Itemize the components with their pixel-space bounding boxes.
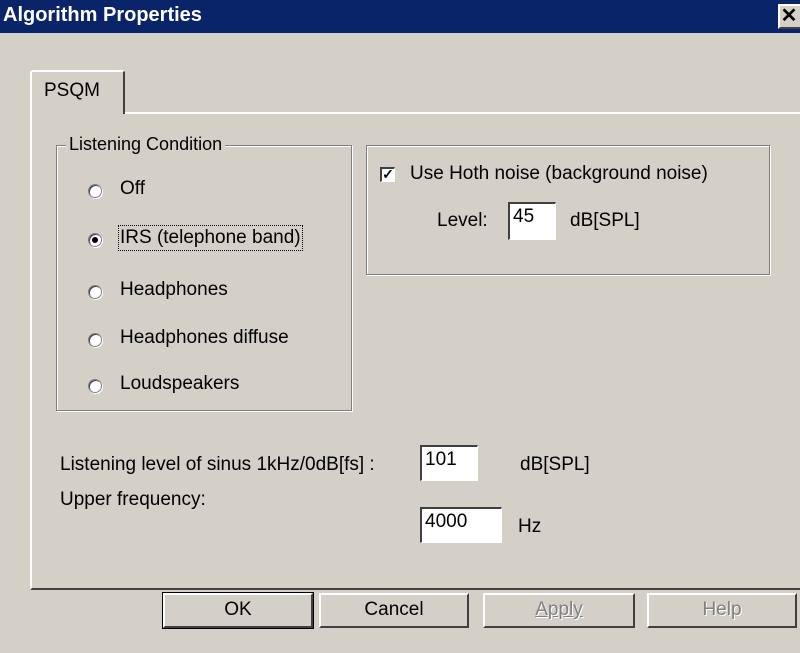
- radio-off-label: Off: [120, 178, 145, 199]
- ok-button-label: OK: [224, 599, 252, 620]
- radio-headphones-diffuse-label: Headphones diffuse: [120, 327, 289, 348]
- hoth-noise-checkbox[interactable]: ✓: [380, 167, 395, 182]
- level-unit: dB[SPL]: [570, 210, 640, 231]
- cancel-button[interactable]: Cancel: [319, 593, 469, 628]
- help-button[interactable]: Help: [647, 593, 797, 628]
- upper-frequency-unit: Hz: [518, 516, 542, 537]
- ok-button[interactable]: OK: [162, 592, 314, 629]
- help-button-label: Help: [702, 599, 742, 620]
- radio-headphones-button[interactable]: [88, 285, 102, 299]
- title-bar: Algorithm Properties ✕: [0, 0, 800, 33]
- radio-irs-label: IRS (telephone band): [118, 225, 303, 251]
- radio-irs-button[interactable]: [88, 233, 102, 247]
- level-input[interactable]: 45: [508, 202, 556, 240]
- radio-loudspeakers-button[interactable]: [88, 379, 102, 393]
- tab-psqm-label: PSQM: [44, 80, 100, 101]
- listening-level-unit: dB[SPL]: [520, 454, 590, 475]
- apply-button-label: Apply: [535, 599, 583, 620]
- hoth-noise-label[interactable]: Use Hoth noise (background noise): [410, 163, 708, 185]
- window-title: Algorithm Properties: [3, 4, 202, 26]
- radio-headphones-label: Headphones: [120, 279, 228, 300]
- radio-loudspeakers-label: Loudspeakers: [120, 373, 240, 394]
- radio-headphones-diffuse-button[interactable]: [88, 333, 102, 347]
- listening-level-input[interactable]: 101: [420, 445, 478, 481]
- radio-off-button[interactable]: [88, 184, 102, 198]
- listening-level-label: Listening level of sinus 1kHz/0dB[fs] :: [60, 454, 375, 475]
- checkmark-icon: ✓: [382, 166, 394, 182]
- apply-button[interactable]: Apply: [483, 593, 635, 628]
- listening-condition-title: Listening Condition: [66, 134, 226, 155]
- close-button[interactable]: ✕: [778, 4, 800, 29]
- listening-condition-group: [56, 145, 352, 411]
- level-label: Level:: [437, 210, 488, 231]
- close-icon: ✕: [780, 5, 798, 27]
- upper-frequency-input[interactable]: 4000: [420, 507, 502, 543]
- upper-frequency-label: Upper frequency:: [60, 489, 206, 510]
- cancel-button-label: Cancel: [364, 599, 424, 620]
- tab-psqm[interactable]: PSQM: [30, 70, 125, 114]
